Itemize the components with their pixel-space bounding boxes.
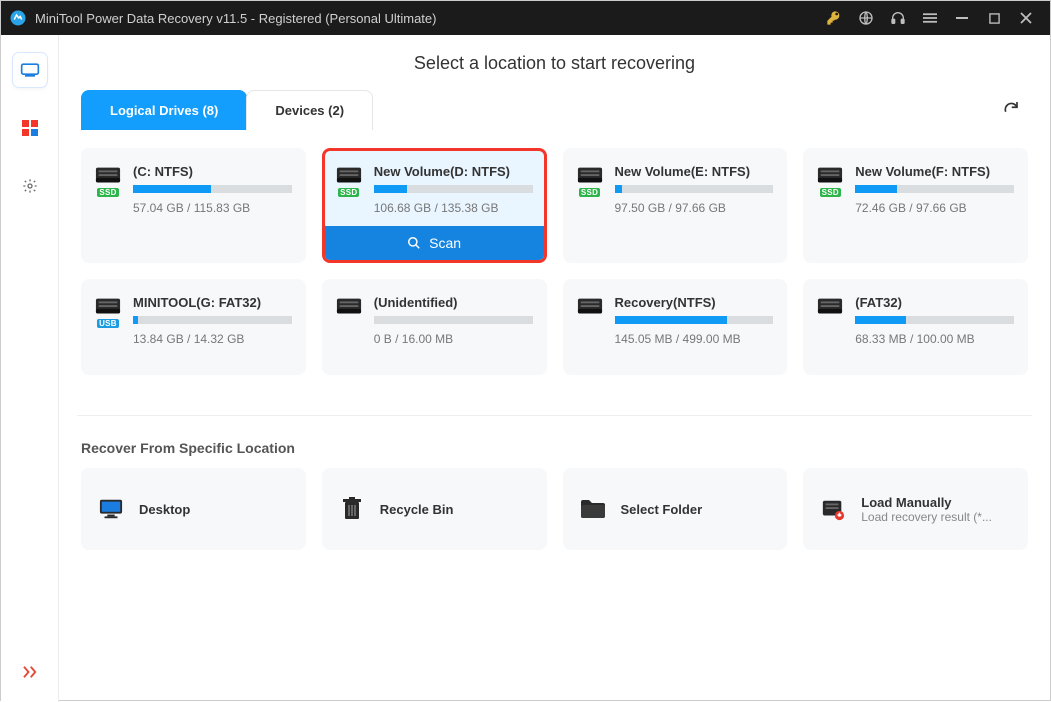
drive-card[interactable]: SSD New Volume(E: NTFS) 97.50 GB / 97.66… [563, 148, 788, 263]
drive-name: MINITOOL(G: FAT32) [133, 295, 292, 310]
drive-icon [577, 297, 603, 317]
sidebar [1, 35, 59, 702]
sidebar-item-apps[interactable] [13, 111, 47, 145]
drive-badge: USB [97, 319, 119, 328]
drive-name: New Volume(F: NTFS) [855, 164, 1014, 179]
drive-name: Recovery(NTFS) [615, 295, 774, 310]
usage-bar [615, 316, 774, 324]
tab-devices[interactable]: Devices (2) [246, 90, 373, 130]
drive-badge: SSD [579, 188, 600, 197]
refresh-button[interactable] [998, 95, 1024, 126]
drive-size: 145.05 MB / 499.00 MB [615, 332, 774, 346]
menu-icon[interactable] [914, 1, 946, 35]
drive-icon [817, 297, 843, 317]
maximize-button[interactable] [978, 1, 1010, 35]
drive-card[interactable]: USB MINITOOL(G: FAT32) 13.84 GB / 14.32 … [81, 279, 306, 375]
usage-bar [133, 185, 292, 193]
scan-label: Scan [429, 235, 461, 251]
drive-size: 68.33 MB / 100.00 MB [855, 332, 1014, 346]
drive-name: New Volume(E: NTFS) [615, 164, 774, 179]
scan-button[interactable]: Scan [325, 226, 544, 260]
drive-size: 57.04 GB / 115.83 GB [133, 201, 292, 215]
drive-icon: SSD [577, 166, 603, 197]
globe-icon[interactable] [850, 1, 882, 35]
drive-card[interactable]: SSD (C: NTFS) 57.04 GB / 115.83 GB [81, 148, 306, 263]
drive-size: 97.50 GB / 97.66 GB [615, 201, 774, 215]
drive-badge: SSD [820, 188, 841, 197]
headphones-icon[interactable] [882, 1, 914, 35]
folder-icon [579, 499, 607, 519]
location-grid: Desktop Recycle Bin Select Folder Load M… [77, 468, 1032, 550]
location-label: Recycle Bin [380, 502, 531, 517]
drive-name: (FAT32) [855, 295, 1014, 310]
location-card-folder[interactable]: Select Folder [563, 468, 788, 550]
key-icon[interactable] [818, 1, 850, 35]
sidebar-item-settings[interactable] [13, 169, 47, 203]
location-subtext: Load recovery result (*... [861, 510, 1012, 524]
load-icon [819, 497, 847, 521]
drive-icon [336, 297, 362, 317]
close-button[interactable] [1010, 1, 1042, 35]
usage-bar [133, 316, 292, 324]
drive-card[interactable]: SSD New Volume(D: NTFS) 106.68 GB / 135.… [322, 148, 547, 263]
location-card-load[interactable]: Load Manually Load recovery result (*... [803, 468, 1028, 550]
usage-bar [615, 185, 774, 193]
app-logo-icon [9, 9, 27, 27]
usage-bar [374, 316, 533, 324]
location-label: Desktop [139, 502, 290, 517]
drive-size: 0 B / 16.00 MB [374, 332, 533, 346]
usage-bar [855, 316, 1014, 324]
location-card-desktop[interactable]: Desktop [81, 468, 306, 550]
sidebar-item-recovery[interactable] [13, 53, 47, 87]
drive-size: 106.68 GB / 135.38 GB [374, 201, 533, 215]
usage-bar [855, 185, 1014, 193]
drive-card[interactable]: (FAT32) 68.33 MB / 100.00 MB [803, 279, 1028, 375]
main-content: Select a location to start recovering Lo… [59, 35, 1050, 702]
window-title: MiniTool Power Data Recovery v11.5 - Reg… [35, 11, 436, 26]
drive-size: 13.84 GB / 14.32 GB [133, 332, 292, 346]
section-title-specific-location: Recover From Specific Location [77, 415, 1032, 468]
drive-grid: SSD (C: NTFS) 57.04 GB / 115.83 GB SSD N… [77, 130, 1032, 415]
tab-logical-drives[interactable]: Logical Drives (8) [81, 90, 247, 130]
page-heading: Select a location to start recovering [77, 35, 1032, 90]
drive-size: 72.46 GB / 97.66 GB [855, 201, 1014, 215]
drive-badge: SSD [338, 188, 359, 197]
desktop-icon [97, 498, 125, 520]
drive-icon: SSD [817, 166, 843, 197]
drive-badge: SSD [97, 188, 118, 197]
title-bar: MiniTool Power Data Recovery v11.5 - Reg… [1, 1, 1050, 35]
drive-name: (Unidentified) [374, 295, 533, 310]
location-card-trash[interactable]: Recycle Bin [322, 468, 547, 550]
sidebar-expand-button[interactable] [21, 665, 39, 684]
drive-icon: SSD [95, 166, 121, 197]
drive-card[interactable]: SSD New Volume(F: NTFS) 72.46 GB / 97.66… [803, 148, 1028, 263]
drive-card[interactable]: Recovery(NTFS) 145.05 MB / 499.00 MB [563, 279, 788, 375]
drive-name: (C: NTFS) [133, 164, 292, 179]
drive-card[interactable]: (Unidentified) 0 B / 16.00 MB [322, 279, 547, 375]
usage-bar [374, 185, 533, 193]
drive-name: New Volume(D: NTFS) [374, 164, 533, 179]
drive-icon: USB [95, 297, 121, 328]
drive-icon: SSD [336, 166, 362, 197]
trash-icon [338, 497, 366, 521]
minimize-button[interactable] [946, 1, 978, 35]
location-label: Load Manually [861, 495, 1012, 510]
location-label: Select Folder [621, 502, 772, 517]
tabs-row: Logical Drives (8) Devices (2) [77, 90, 1032, 130]
